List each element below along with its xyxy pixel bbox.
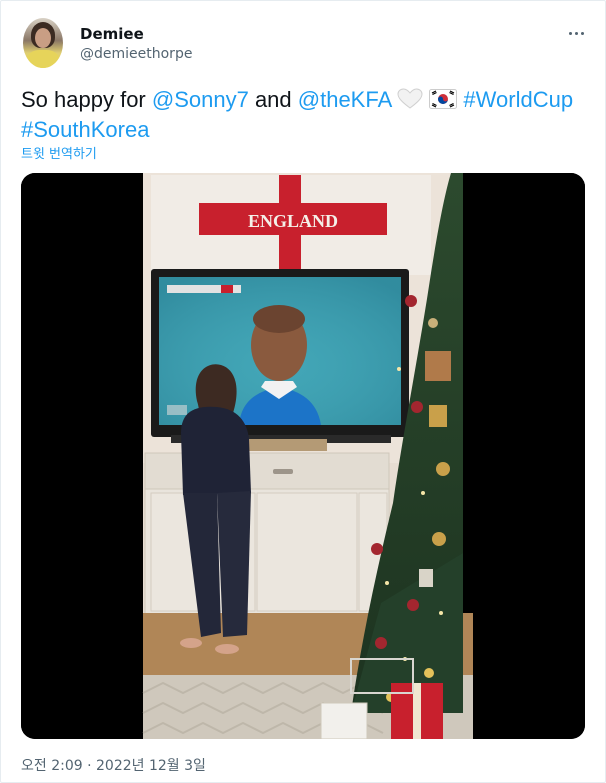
tweet-card: Demiee @demieethorpe So happy for @Sonny… bbox=[0, 0, 606, 783]
south-korea-flag-emoji bbox=[429, 89, 458, 109]
england-flag-text: ENGLAND bbox=[248, 211, 338, 231]
tweet-text-prefix: So happy for bbox=[21, 87, 152, 112]
tweet-timestamp[interactable]: 오전 2:09 · 2022년 12월 3일 bbox=[21, 755, 206, 775]
tweet-text-and: and bbox=[248, 87, 298, 112]
avatar[interactable] bbox=[23, 18, 63, 68]
user-handle[interactable]: @demieethorpe bbox=[80, 46, 192, 62]
white-heart-emoji bbox=[397, 88, 423, 109]
hashtag-worldcup-link[interactable]: #WorldCup bbox=[463, 87, 573, 112]
mention-thekfa-link[interactable]: @theKFA bbox=[298, 87, 391, 112]
video-frame: ENGLAND bbox=[21, 173, 585, 739]
user-display-name[interactable]: Demiee bbox=[80, 25, 144, 43]
translate-tweet-link[interactable]: 트윗 번역하기 bbox=[21, 143, 97, 162]
tweet-video[interactable]: ENGLAND bbox=[21, 173, 585, 739]
tweet-text: So happy for @Sonny7 and @theKFA #WorldC… bbox=[21, 85, 591, 145]
more-icon[interactable] bbox=[565, 23, 587, 43]
hashtag-southkorea-link[interactable]: #SouthKorea bbox=[21, 117, 149, 142]
mention-sonny7-link[interactable]: @Sonny7 bbox=[152, 87, 249, 112]
